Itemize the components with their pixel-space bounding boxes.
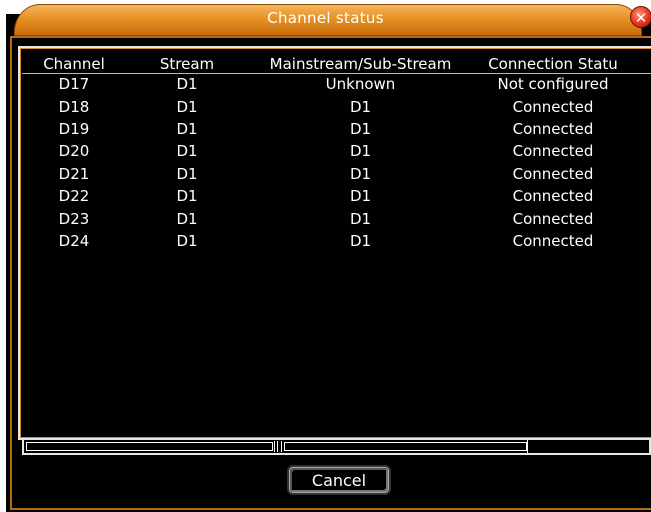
cell-channel: D24 — [58, 231, 90, 250]
cell-connection-status: Connected — [512, 187, 594, 206]
table-row[interactable]: D21 D1 D1 Connected — [22, 163, 633, 185]
cell-stream: D1 — [176, 119, 198, 138]
cell-stream: D1 — [176, 164, 198, 183]
cell-connection-status: Connected — [512, 119, 594, 138]
table-row[interactable]: D20 D1 D1 Connected — [22, 140, 633, 162]
header-stream[interactable]: Stream — [126, 54, 248, 73]
horizontal-scrollbar[interactable] — [22, 438, 651, 455]
cell-mainstream-substream: D1 — [349, 97, 372, 116]
left-edge — [0, 0, 6, 512]
cell-stream: D1 — [176, 97, 198, 116]
scroll-track-divider — [527, 440, 528, 453]
scroll-track-right[interactable] — [284, 442, 527, 451]
cell-mainstream-substream: D1 — [349, 231, 372, 250]
cell-stream: D1 — [176, 142, 198, 161]
dialog-title: Channel status — [267, 9, 384, 27]
cell-stream: D1 — [176, 187, 198, 206]
cell-connection-status: Connected — [512, 231, 594, 250]
cell-mainstream-substream: Unknown — [325, 75, 396, 94]
header-divider — [22, 73, 651, 74]
cell-connection-status: Connected — [512, 164, 594, 183]
cell-stream: D1 — [176, 75, 198, 94]
cell-channel: D22 — [58, 187, 90, 206]
cell-channel: D18 — [58, 97, 90, 116]
cell-connection-status: Connected — [512, 142, 594, 161]
scroll-track-left[interactable] — [26, 442, 273, 451]
table-header-row: Channel Stream Mainstream/Sub-Stream Con… — [22, 54, 633, 73]
cell-connection-status: Connected — [512, 97, 594, 116]
header-channel[interactable]: Channel — [22, 54, 126, 73]
table-row[interactable]: D24 D1 D1 Connected — [22, 230, 633, 252]
table-row[interactable]: D17 D1 Unknown Not configured — [22, 73, 633, 95]
close-icon: ✕ — [634, 9, 648, 27]
header-connection-status[interactable]: Connection Statu — [473, 54, 633, 73]
header-mainstream-substream[interactable]: Mainstream/Sub-Stream — [248, 54, 473, 73]
close-button[interactable]: ✕ — [630, 6, 651, 28]
cell-mainstream-substream: D1 — [349, 209, 372, 228]
table-row[interactable]: D18 D1 D1 Connected — [22, 95, 633, 117]
table-row[interactable]: D23 D1 D1 Connected — [22, 207, 633, 229]
cell-channel: D23 — [58, 209, 90, 228]
cell-mainstream-substream: D1 — [349, 187, 372, 206]
cell-stream: D1 — [176, 209, 198, 228]
table-row[interactable]: D19 D1 D1 Connected — [22, 118, 633, 140]
cell-channel: D21 — [58, 164, 90, 183]
cancel-button[interactable]: Cancel — [289, 467, 389, 493]
cell-connection-status: Not configured — [497, 75, 609, 94]
cell-channel: D19 — [58, 119, 90, 138]
channel-table: Channel Stream Mainstream/Sub-Stream Con… — [22, 54, 633, 252]
cell-stream: D1 — [176, 231, 198, 250]
cancel-label: Cancel — [311, 470, 367, 490]
cell-mainstream-substream: D1 — [349, 164, 372, 183]
cell-mainstream-substream: D1 — [349, 142, 372, 161]
cell-mainstream-substream: D1 — [349, 119, 372, 138]
cell-channel: D17 — [58, 75, 90, 94]
scroll-thumb-grip[interactable] — [274, 441, 282, 452]
cell-connection-status: Connected — [512, 209, 594, 228]
cell-channel: D20 — [58, 142, 90, 161]
table-row[interactable]: D22 D1 D1 Connected — [22, 185, 633, 207]
